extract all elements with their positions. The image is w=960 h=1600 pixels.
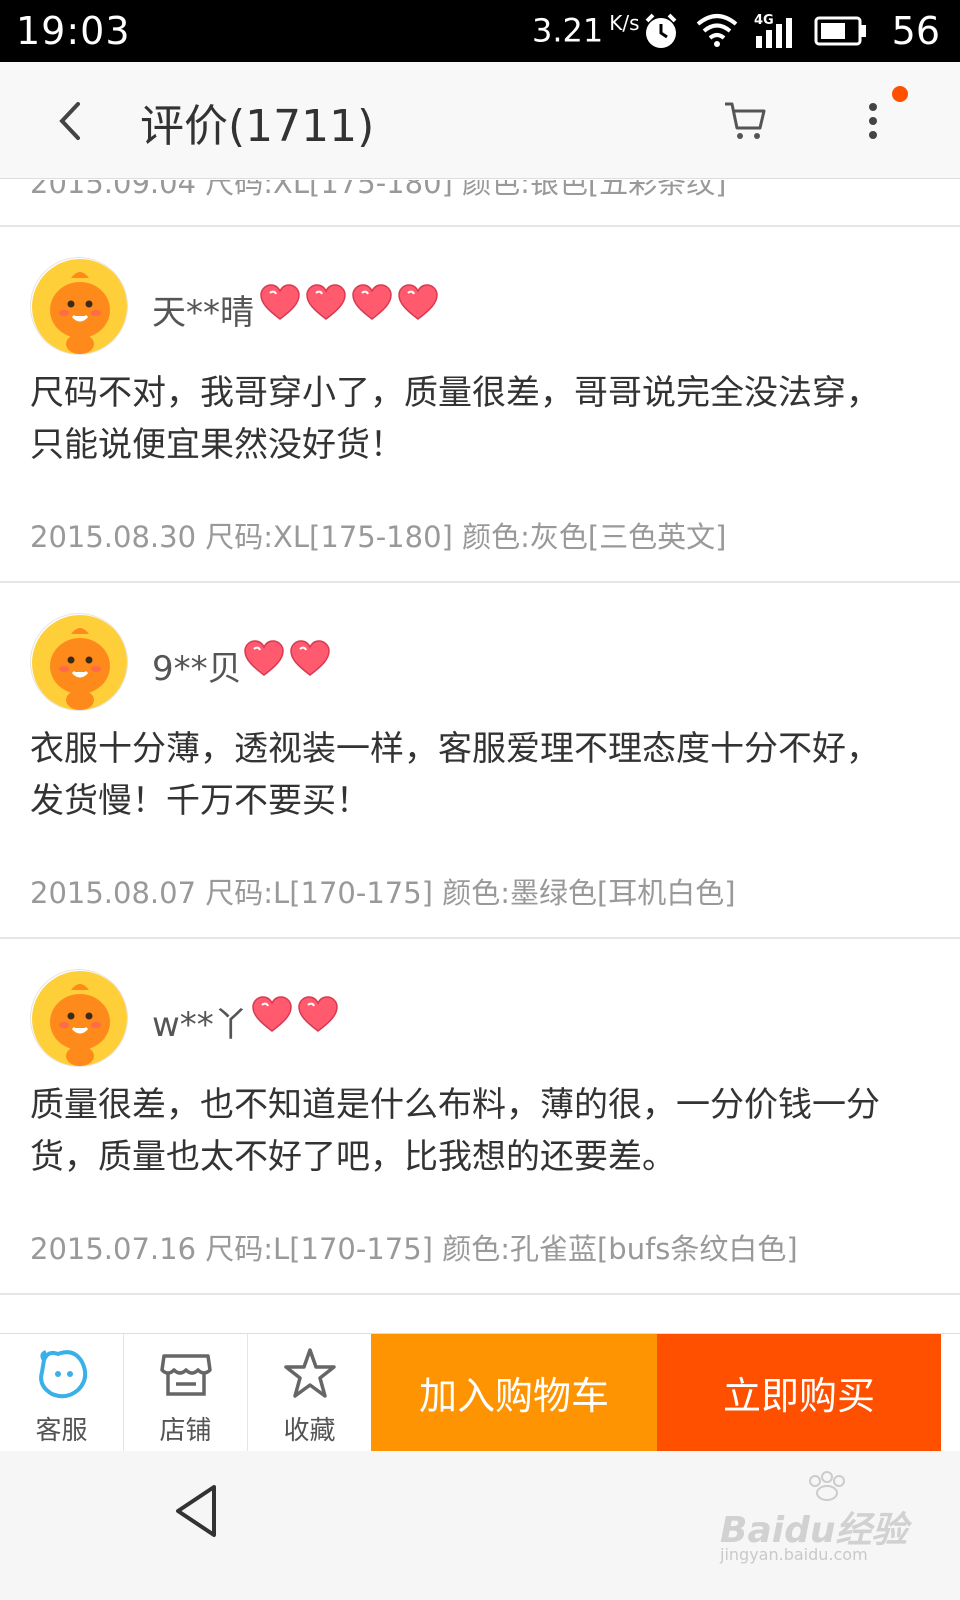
avatar-mascot-icon (32, 971, 127, 1066)
review-username: w**丫 (152, 1005, 248, 1045)
customer-service-label: 客服 (35, 1416, 88, 1446)
avatar[interactable] (30, 613, 128, 711)
baidu-watermark: Baidu经验 jingyan.baidu.com (720, 1471, 920, 1564)
review-list[interactable]: 2015.09.04 尺码:XL[175-180] 颜色:银色[五彩条纹] 天*… (0, 180, 960, 1353)
status-bar: 19:03 3.21 K/s 4G 56 (0, 0, 960, 62)
review-item: 9**贝 衣服十分薄，透视装一样，客服爱理不理态度十分不好，发货慢！千万不要买！… (0, 583, 960, 939)
rating-hearts (250, 995, 340, 1035)
nav-back-icon[interactable] (168, 1481, 228, 1541)
heart-icon (252, 996, 292, 1032)
rating-hearts (258, 283, 440, 323)
favorite-button[interactable]: 收藏 (248, 1334, 372, 1451)
review-meta: 2015.07.16 尺码:L[170-175] 颜色:孔雀蓝[bufs条纹白色… (30, 1232, 798, 1266)
heart-icon (244, 640, 284, 676)
review-text: 质量很差，也不知道是什么布料，薄的很，一分价钱一分货，质量也太不好了吧，比我想的… (30, 1085, 880, 1177)
back-icon[interactable] (50, 96, 90, 146)
heart-icon (306, 284, 346, 320)
favorite-label: 收藏 (283, 1416, 336, 1446)
svg-text:4G: 4G (754, 13, 774, 28)
paw-icon (809, 1471, 845, 1501)
avatar[interactable] (30, 257, 128, 355)
add-to-cart-button[interactable]: 加入购物车 (371, 1334, 657, 1451)
shop-icon (160, 1354, 212, 1396)
review-meta: 2015.08.07 尺码:L[170-175] 颜色:墨绿色[耳机白色] (30, 876, 736, 910)
network-speed: 3.21 K/s (532, 11, 640, 50)
heart-icon (260, 284, 300, 320)
rating-hearts (242, 639, 332, 679)
star-icon (284, 1348, 336, 1398)
watermark-url: jingyan.baidu.com (720, 1545, 868, 1564)
cart-icon[interactable] (722, 98, 768, 144)
notification-dot (892, 86, 908, 102)
status-time: 19:03 (16, 9, 131, 53)
alarm-icon (645, 13, 677, 48)
heart-icon (398, 284, 438, 320)
review-meta: 2015.09.04 尺码:XL[175-180] 颜色:银色[五彩条纹] (30, 180, 727, 200)
review-item: w**丫 质量很差，也不知道是什么布料，薄的很，一分价钱一分货，质量也太不好了吧… (0, 939, 960, 1295)
avatar-mascot-icon (32, 615, 127, 710)
review-item: 天**晴 尺码不对，我哥穿小了，质量很差，哥哥说完全没法穿，只能说便宜果然没好货… (0, 227, 960, 583)
heart-icon (290, 640, 330, 676)
customer-service-icon (39, 1350, 88, 1399)
avatar[interactable] (30, 969, 128, 1067)
partial-review-item: 2015.09.04 尺码:XL[175-180] 颜色:银色[五彩条纹] (0, 180, 960, 227)
bottom-action-bar: 客服 店铺 收藏 加入购物车 立即购买 (0, 1333, 960, 1451)
review-username: 天**晴 (152, 293, 254, 333)
4g-signal-icon: 4G (754, 13, 792, 48)
customer-service-button[interactable]: 客服 (0, 1334, 124, 1451)
heart-icon (352, 284, 392, 320)
review-username: 9**贝 (152, 649, 242, 689)
more-icon[interactable] (858, 98, 888, 148)
system-nav-bar: Baidu经验 jingyan.baidu.com (0, 1451, 960, 1600)
app-header: 评价(1711) (0, 62, 960, 179)
battery-icon (814, 16, 866, 46)
heart-icon (298, 996, 338, 1032)
page-title: 评价(1711) (140, 101, 375, 152)
avatar-mascot-icon (32, 259, 127, 354)
review-meta: 2015.08.30 尺码:XL[175-180] 颜色:灰色[三色英文] (30, 520, 727, 554)
shop-label: 店铺 (159, 1416, 212, 1446)
review-text: 衣服十分薄，透视装一样，客服爱理不理态度十分不好，发货慢！千万不要买！ (30, 729, 880, 821)
network-speed-unit: K/s (609, 11, 640, 35)
shop-button[interactable]: 店铺 (124, 1334, 248, 1451)
wifi-icon (696, 14, 738, 47)
review-text: 尺码不对，我哥穿小了，质量很差，哥哥说完全没法穿，只能说便宜果然没好货！ (30, 373, 880, 465)
battery-level: 56 (891, 9, 940, 53)
buy-now-button[interactable]: 立即购买 (657, 1334, 941, 1451)
